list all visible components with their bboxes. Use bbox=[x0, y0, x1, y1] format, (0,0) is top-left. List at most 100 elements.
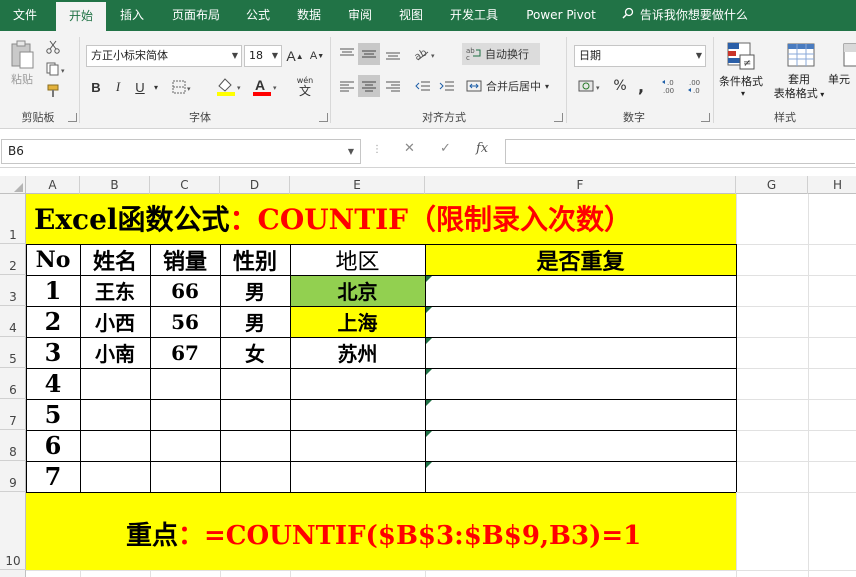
cell-region[interactable]: 北京 bbox=[290, 275, 425, 306]
tab-power-pivot[interactable]: Power Pivot bbox=[515, 0, 607, 31]
tab-insert[interactable]: 插入 bbox=[110, 0, 154, 31]
cell-region[interactable] bbox=[290, 368, 425, 399]
font-launcher-icon[interactable] bbox=[319, 113, 328, 122]
row-header-9[interactable]: 9 bbox=[0, 461, 26, 492]
cell-sales[interactable] bbox=[150, 399, 220, 430]
sheet-title[interactable]: Excel函数公式 ：COUNTIF（限制录入次数） bbox=[34, 194, 632, 242]
cell-no[interactable]: 3 bbox=[26, 337, 80, 368]
error-indicator-icon[interactable] bbox=[426, 431, 432, 437]
cancel-icon[interactable]: ✕ bbox=[404, 141, 415, 156]
format-painter-icon[interactable] bbox=[44, 83, 62, 99]
cell-duplicate[interactable] bbox=[425, 275, 736, 306]
fill-color-icon[interactable]: ▾ bbox=[214, 75, 246, 97]
cell-no[interactable]: 6 bbox=[26, 430, 80, 461]
align-center-icon[interactable] bbox=[358, 75, 380, 97]
cell-gender[interactable] bbox=[220, 399, 290, 430]
column-header-c[interactable]: C bbox=[150, 176, 220, 194]
tab-developer[interactable]: 开发工具 bbox=[440, 0, 508, 31]
tab-formulas[interactable]: 公式 bbox=[236, 0, 280, 31]
tab-review[interactable]: 审阅 bbox=[338, 0, 382, 31]
cut-icon[interactable] bbox=[44, 39, 62, 55]
cell-no[interactable]: 7 bbox=[26, 461, 80, 492]
column-header-a[interactable]: A bbox=[26, 176, 80, 194]
percent-button[interactable]: % bbox=[610, 75, 630, 97]
row-header-1[interactable]: 1 bbox=[0, 194, 26, 244]
table-format-line2[interactable]: 表格格式 ▾ bbox=[766, 87, 832, 102]
table-format-icon[interactable] bbox=[784, 39, 818, 73]
cell-no[interactable]: 1 bbox=[26, 275, 80, 306]
cell-duplicate[interactable] bbox=[425, 461, 736, 492]
bold-button[interactable]: B bbox=[88, 77, 104, 97]
column-header-h[interactable]: H bbox=[808, 176, 856, 194]
column-header-e[interactable]: E bbox=[290, 176, 425, 194]
row-header-2[interactable]: 2 bbox=[0, 244, 26, 275]
error-indicator-icon[interactable] bbox=[426, 400, 432, 406]
cell-no[interactable]: 2 bbox=[26, 306, 80, 337]
cell-no[interactable]: 5 bbox=[26, 399, 80, 430]
font-size-select[interactable]: 18 ▼ bbox=[244, 45, 282, 67]
font-color-button[interactable]: A ▾ bbox=[250, 75, 282, 97]
cell-gender[interactable]: 女 bbox=[220, 337, 290, 368]
cell-styles-button[interactable]: 单元 bbox=[828, 73, 856, 87]
column-header-d[interactable]: D bbox=[220, 176, 290, 194]
column-header-f[interactable]: F bbox=[425, 176, 736, 194]
error-indicator-icon[interactable] bbox=[426, 462, 432, 468]
currency-icon[interactable]: ▾ bbox=[576, 75, 606, 97]
row-header-5[interactable]: 5 bbox=[0, 337, 26, 368]
cell-name[interactable] bbox=[80, 399, 150, 430]
worksheet[interactable]: Excel函数公式 ：COUNTIF（限制录入次数） No 姓名 销量 性别 地区… bbox=[26, 194, 856, 577]
cell-name[interactable] bbox=[80, 430, 150, 461]
cell-styles-icon[interactable] bbox=[838, 39, 856, 73]
column-header-g[interactable]: G bbox=[736, 176, 808, 194]
wrap-text-button[interactable]: ab c 自动换行 bbox=[462, 43, 540, 65]
row-header-10[interactable]: 10 bbox=[0, 492, 26, 570]
column-header-b[interactable]: B bbox=[80, 176, 150, 194]
copy-icon[interactable]: ▾ bbox=[44, 61, 70, 77]
error-indicator-icon[interactable] bbox=[426, 338, 432, 344]
cell-duplicate[interactable] bbox=[425, 337, 736, 368]
conditional-format-icon[interactable]: ≠ bbox=[724, 39, 758, 73]
phonetic-guide-button[interactable]: wén 文 bbox=[292, 73, 318, 99]
align-top-icon[interactable] bbox=[336, 43, 358, 65]
align-middle-icon[interactable] bbox=[358, 43, 380, 65]
increase-indent-icon[interactable] bbox=[436, 75, 458, 97]
formula-input[interactable] bbox=[505, 139, 855, 164]
tab-data[interactable]: 数据 bbox=[287, 0, 331, 31]
cell-name[interactable] bbox=[80, 368, 150, 399]
tab-home[interactable]: 开始 bbox=[56, 2, 106, 31]
header-name[interactable]: 姓名 bbox=[80, 244, 150, 275]
cell-region[interactable] bbox=[290, 399, 425, 430]
number-launcher-icon[interactable] bbox=[701, 113, 710, 122]
cell-region[interactable]: 苏州 bbox=[290, 337, 425, 368]
cell-duplicate[interactable] bbox=[425, 399, 736, 430]
row-header-3[interactable]: 3 bbox=[0, 275, 26, 306]
paste-icon[interactable] bbox=[6, 37, 38, 73]
chevron-down-icon[interactable]: ▾ bbox=[150, 77, 162, 97]
cell-gender[interactable] bbox=[220, 368, 290, 399]
name-box[interactable]: B6 ▼ bbox=[1, 139, 361, 164]
row-header-7[interactable]: 7 bbox=[0, 399, 26, 430]
cell-sales[interactable]: 67 bbox=[150, 337, 220, 368]
header-region[interactable]: 地区 bbox=[290, 244, 425, 275]
cell-gender[interactable] bbox=[220, 461, 290, 492]
comma-style-button[interactable]: , bbox=[632, 75, 650, 97]
header-gender[interactable]: 性别 bbox=[220, 244, 290, 275]
align-left-icon[interactable] bbox=[336, 75, 358, 97]
row-header-6[interactable]: 6 bbox=[0, 368, 26, 399]
cell-no[interactable]: 4 bbox=[26, 368, 80, 399]
shrink-font-button[interactable]: A ▼ bbox=[308, 45, 326, 67]
tell-me-box[interactable]: 告诉我你想要做什么 bbox=[622, 0, 748, 31]
grow-font-button[interactable]: A ▲ bbox=[286, 45, 304, 67]
clipboard-launcher-icon[interactable] bbox=[68, 113, 77, 122]
error-indicator-icon[interactable] bbox=[426, 307, 432, 313]
cell-duplicate[interactable] bbox=[425, 306, 736, 337]
row-header-8[interactable]: 8 bbox=[0, 430, 26, 461]
cell-region[interactable] bbox=[290, 461, 425, 492]
increase-decimal-icon[interactable]: .0.00 bbox=[660, 75, 684, 97]
cell-gender[interactable]: 男 bbox=[220, 275, 290, 306]
merge-center-button[interactable]: 合并后居中 ▾ bbox=[464, 75, 554, 97]
insert-function-icon[interactable]: fx bbox=[476, 141, 488, 156]
align-right-icon[interactable] bbox=[382, 75, 404, 97]
font-name-select[interactable]: 方正小标宋简体 ▼ bbox=[86, 45, 242, 67]
cell-sales[interactable]: 56 bbox=[150, 306, 220, 337]
